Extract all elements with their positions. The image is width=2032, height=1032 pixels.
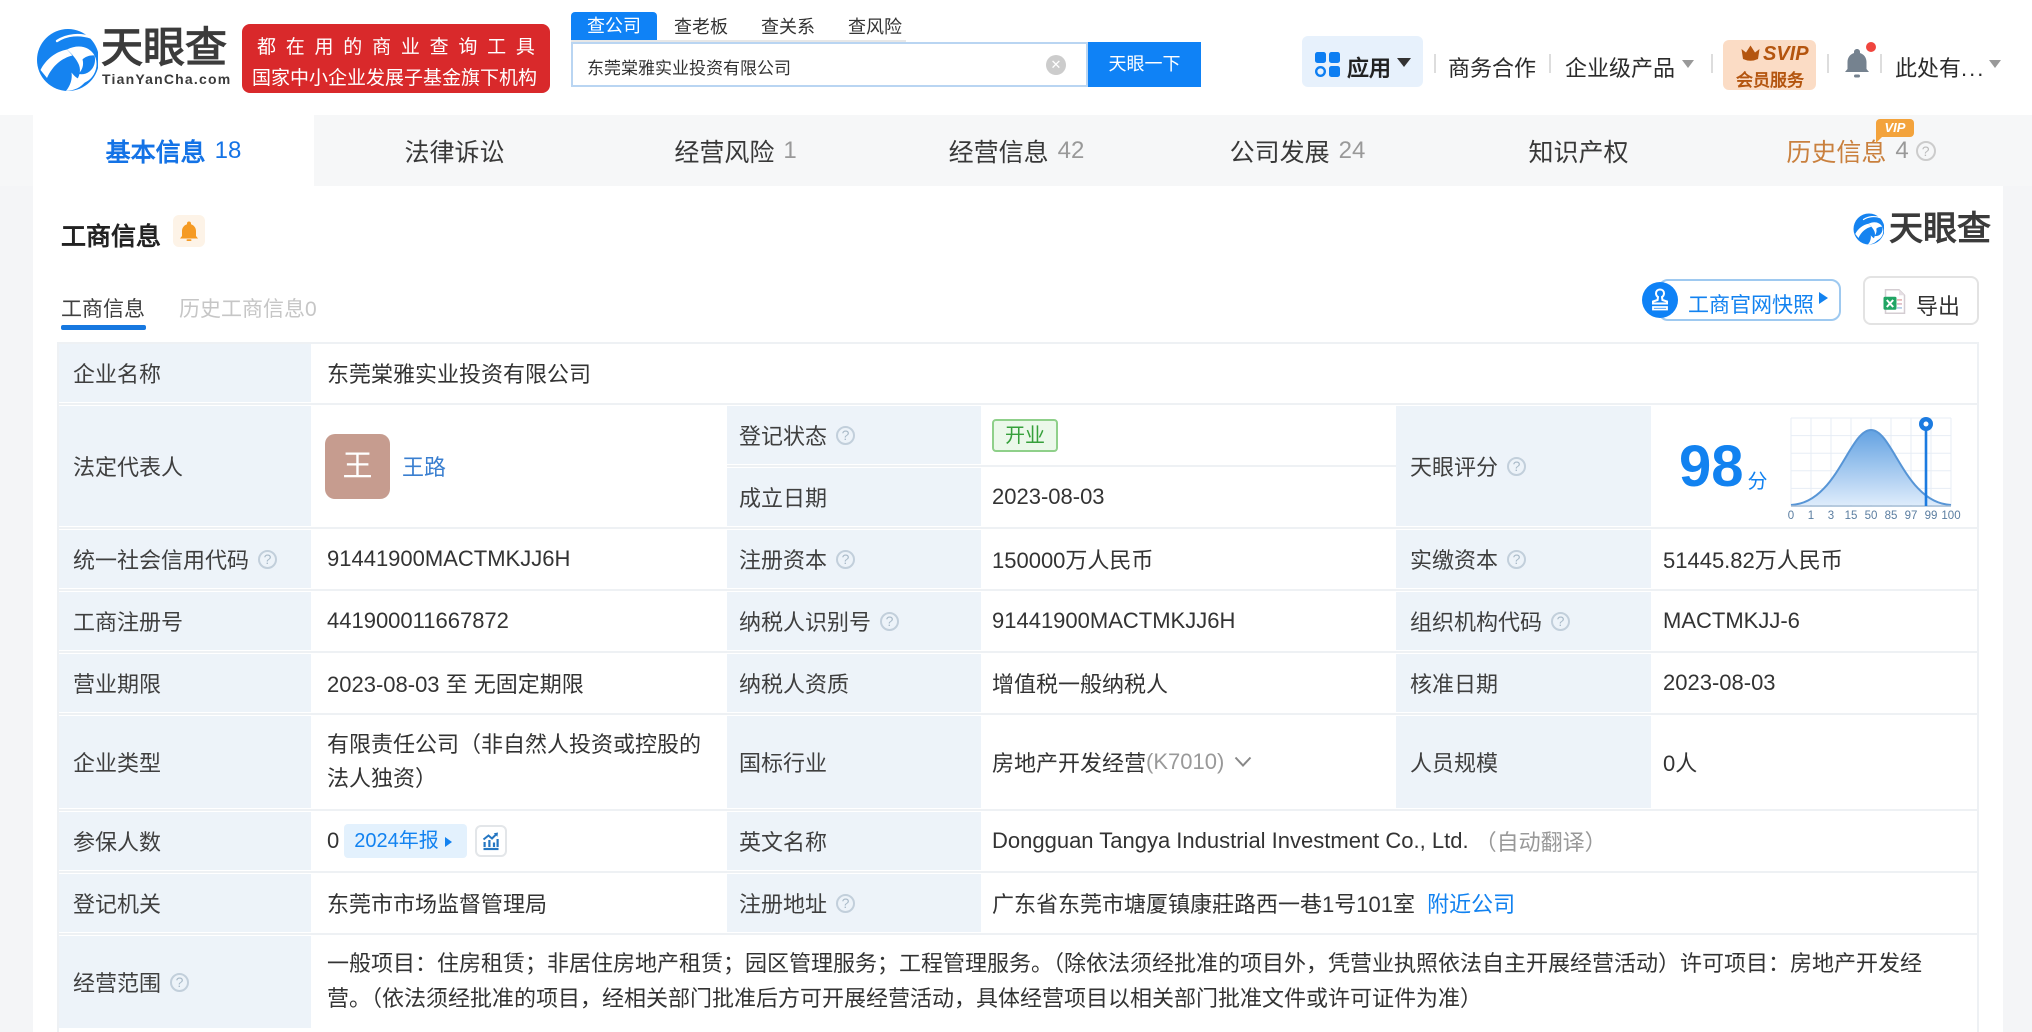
svg-text:99: 99 (1925, 510, 1938, 522)
svg-text:100: 100 (1941, 510, 1960, 522)
svg-text:85: 85 (1885, 510, 1898, 522)
svg-text:15: 15 (1845, 510, 1858, 522)
svg-text:50: 50 (1865, 510, 1878, 522)
svg-text:1: 1 (1808, 510, 1814, 522)
svg-text:3: 3 (1828, 510, 1834, 522)
svg-text:0: 0 (1788, 510, 1794, 522)
svg-text:97: 97 (1905, 510, 1918, 522)
